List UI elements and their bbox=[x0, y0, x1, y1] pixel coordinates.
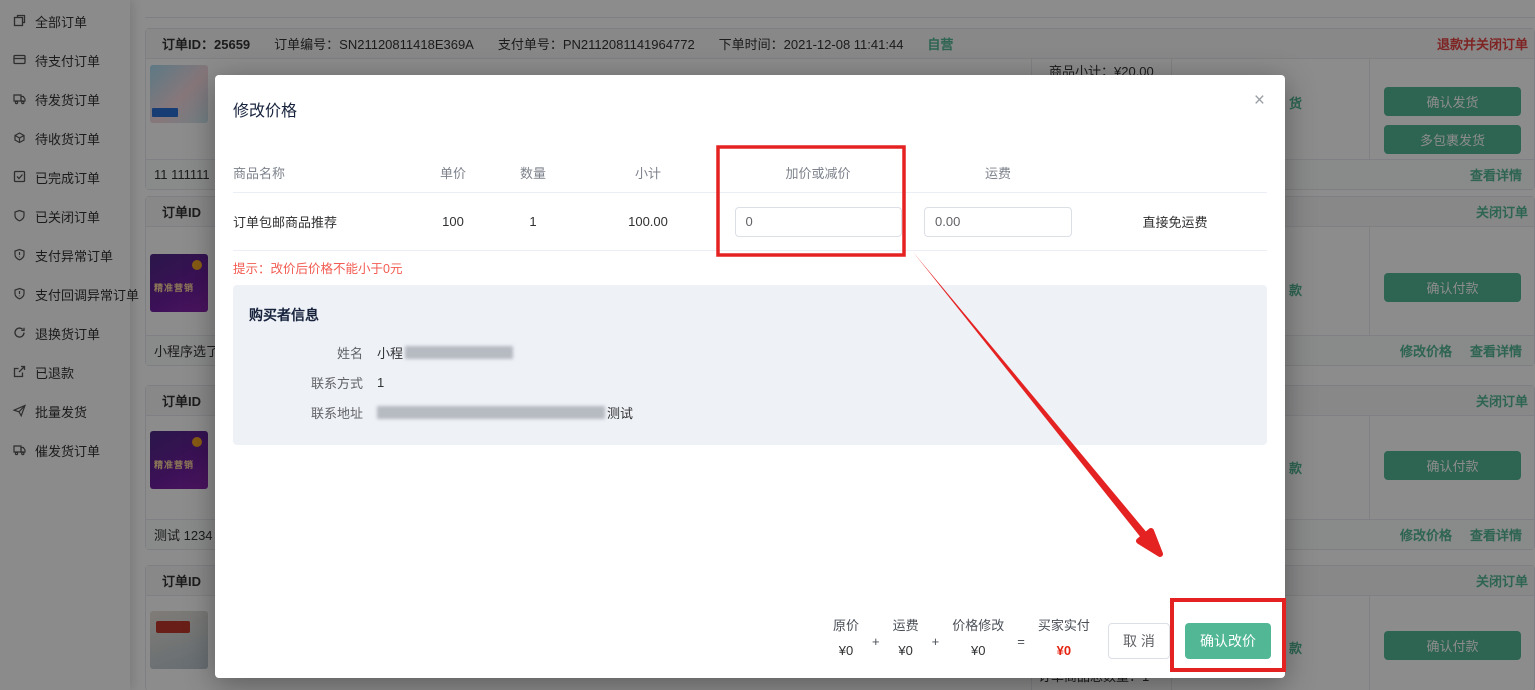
buyer-pay-label: 买家实付 bbox=[1038, 615, 1090, 634]
price-summary: 原价 ¥0 + 运费 ¥0 + 价格修改 ¥0 = 买家实付 ¥0 bbox=[833, 615, 1090, 658]
freight-label: 运费 bbox=[893, 615, 919, 634]
price-table-row: 订单包邮商品推荐 100 1 100.00 直接免运费 bbox=[233, 193, 1267, 251]
original-price-label: 原价 bbox=[833, 615, 859, 634]
equals-sign: = bbox=[1017, 624, 1025, 649]
buyer-pay-value: ¥0 bbox=[1057, 643, 1071, 658]
redacted-name bbox=[405, 346, 513, 359]
price-adjust-label: 价格修改 bbox=[952, 615, 1004, 634]
original-price-value: ¥0 bbox=[839, 643, 853, 658]
product-name: 订单包邮商品推荐 bbox=[233, 212, 413, 231]
buyer-address-label: 联系地址 bbox=[233, 403, 363, 422]
cancel-button[interactable]: 取 消 bbox=[1108, 623, 1170, 659]
free-shipping-link[interactable]: 直接免运费 bbox=[1083, 212, 1267, 231]
freight-value: ¥0 bbox=[898, 643, 912, 658]
col-product-name: 商品名称 bbox=[233, 163, 413, 182]
price-table-header: 商品名称 单价 数量 小计 加价或减价 运费 bbox=[233, 153, 1267, 193]
redacted-address bbox=[377, 406, 605, 419]
price-hint: 提示：改价后价格不能小于0元 bbox=[233, 258, 402, 277]
confirm-modify-price-button[interactable]: 确认改价 bbox=[1185, 623, 1271, 659]
price-adjust-value: ¥0 bbox=[971, 643, 985, 658]
buyer-info-title: 购买者信息 bbox=[249, 305, 319, 325]
quantity: 1 bbox=[493, 214, 573, 229]
buyer-info-panel: 购买者信息 姓名 小程 联系方式 1 联系地址 测试 bbox=[233, 285, 1267, 445]
plus-sign: + bbox=[872, 624, 880, 649]
buyer-address-value: 测试 bbox=[377, 403, 633, 422]
col-freight: 运费 bbox=[913, 163, 1083, 182]
freight-input[interactable] bbox=[924, 207, 1072, 237]
price-table: 商品名称 单价 数量 小计 加价或减价 运费 订单包邮商品推荐 100 1 10… bbox=[233, 153, 1267, 251]
col-quantity: 数量 bbox=[493, 163, 573, 182]
buyer-phone-value: 1 bbox=[377, 375, 384, 390]
col-unit-price: 单价 bbox=[413, 163, 493, 182]
modal-title: 修改价格 bbox=[233, 97, 297, 121]
plus-sign: + bbox=[932, 624, 940, 649]
col-subtotal: 小计 bbox=[573, 163, 723, 182]
unit-price: 100 bbox=[413, 214, 493, 229]
close-icon[interactable]: × bbox=[1254, 91, 1265, 110]
col-adjust: 加价或减价 bbox=[723, 163, 913, 182]
adjust-price-input[interactable] bbox=[735, 207, 902, 237]
buyer-name-value: 小程 bbox=[377, 343, 513, 362]
buyer-name-label: 姓名 bbox=[233, 343, 363, 362]
modify-price-modal: 修改价格 × 商品名称 单价 数量 小计 加价或减价 运费 订单包邮商品推荐 1… bbox=[215, 75, 1285, 678]
buyer-phone-label: 联系方式 bbox=[233, 373, 363, 392]
subtotal: 100.00 bbox=[573, 214, 723, 229]
